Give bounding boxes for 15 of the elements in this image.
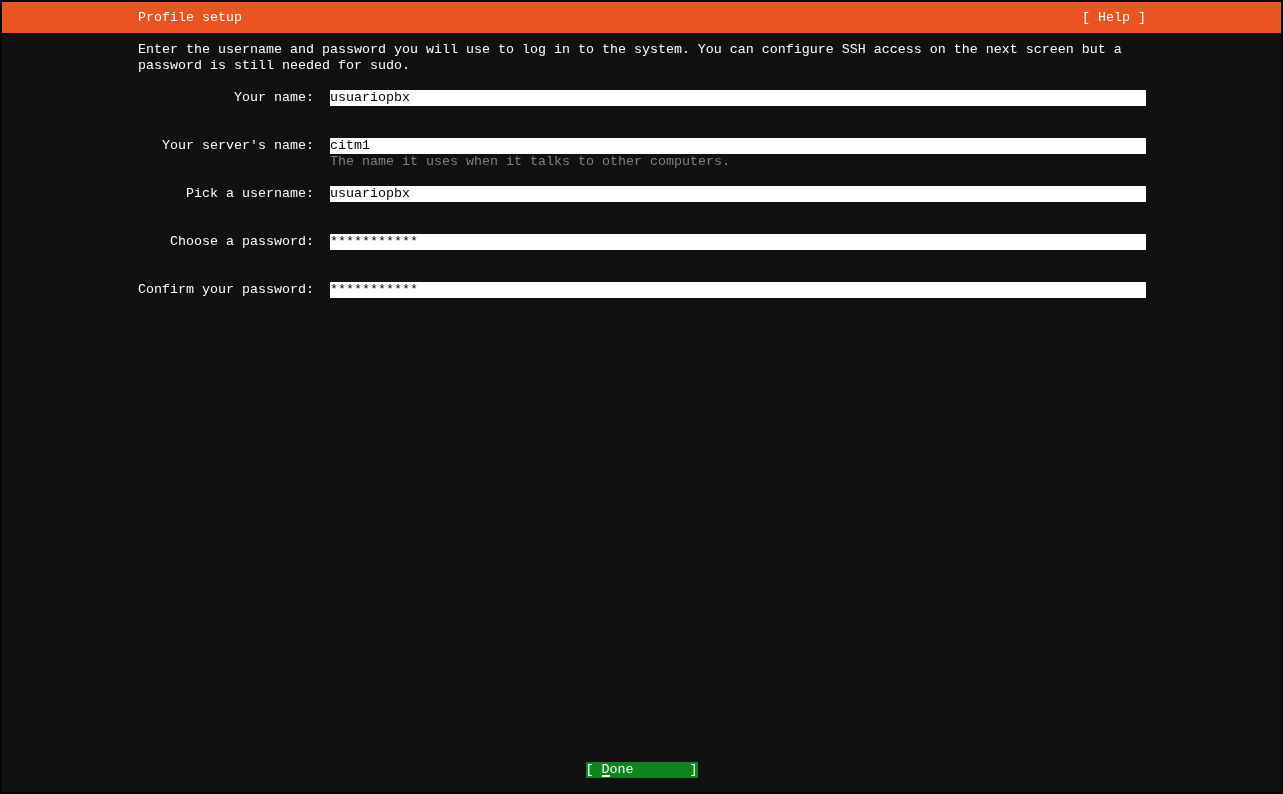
input-field[interactable]: *********** [330,234,1146,250]
input-field[interactable]: usuariopbx [330,90,1146,106]
instructions-text: Enter the username and password you will use to log in to the system. You can configure SSH access on the next screen but a password is still needed for sudo. [138,42,1123,74]
field-label: Pick a username: [186,186,314,202]
field-hint: The name it uses when it talks to other computers. [330,154,730,170]
field-label: Your server's name: [162,138,314,154]
done-button[interactable]: [ Done ] [585,762,698,778]
input-field[interactable]: usuariopbx [330,186,1146,202]
screen-title: Profile setup [138,9,242,26]
field-label: Choose a password: [170,234,314,250]
input-field[interactable]: citm1 [330,138,1146,154]
field-label: Your name: [234,90,314,106]
help-button[interactable]: [ Help ] [1082,9,1146,26]
field-label: Confirm your password: [138,282,314,298]
input-field[interactable]: *********** [330,282,1146,298]
